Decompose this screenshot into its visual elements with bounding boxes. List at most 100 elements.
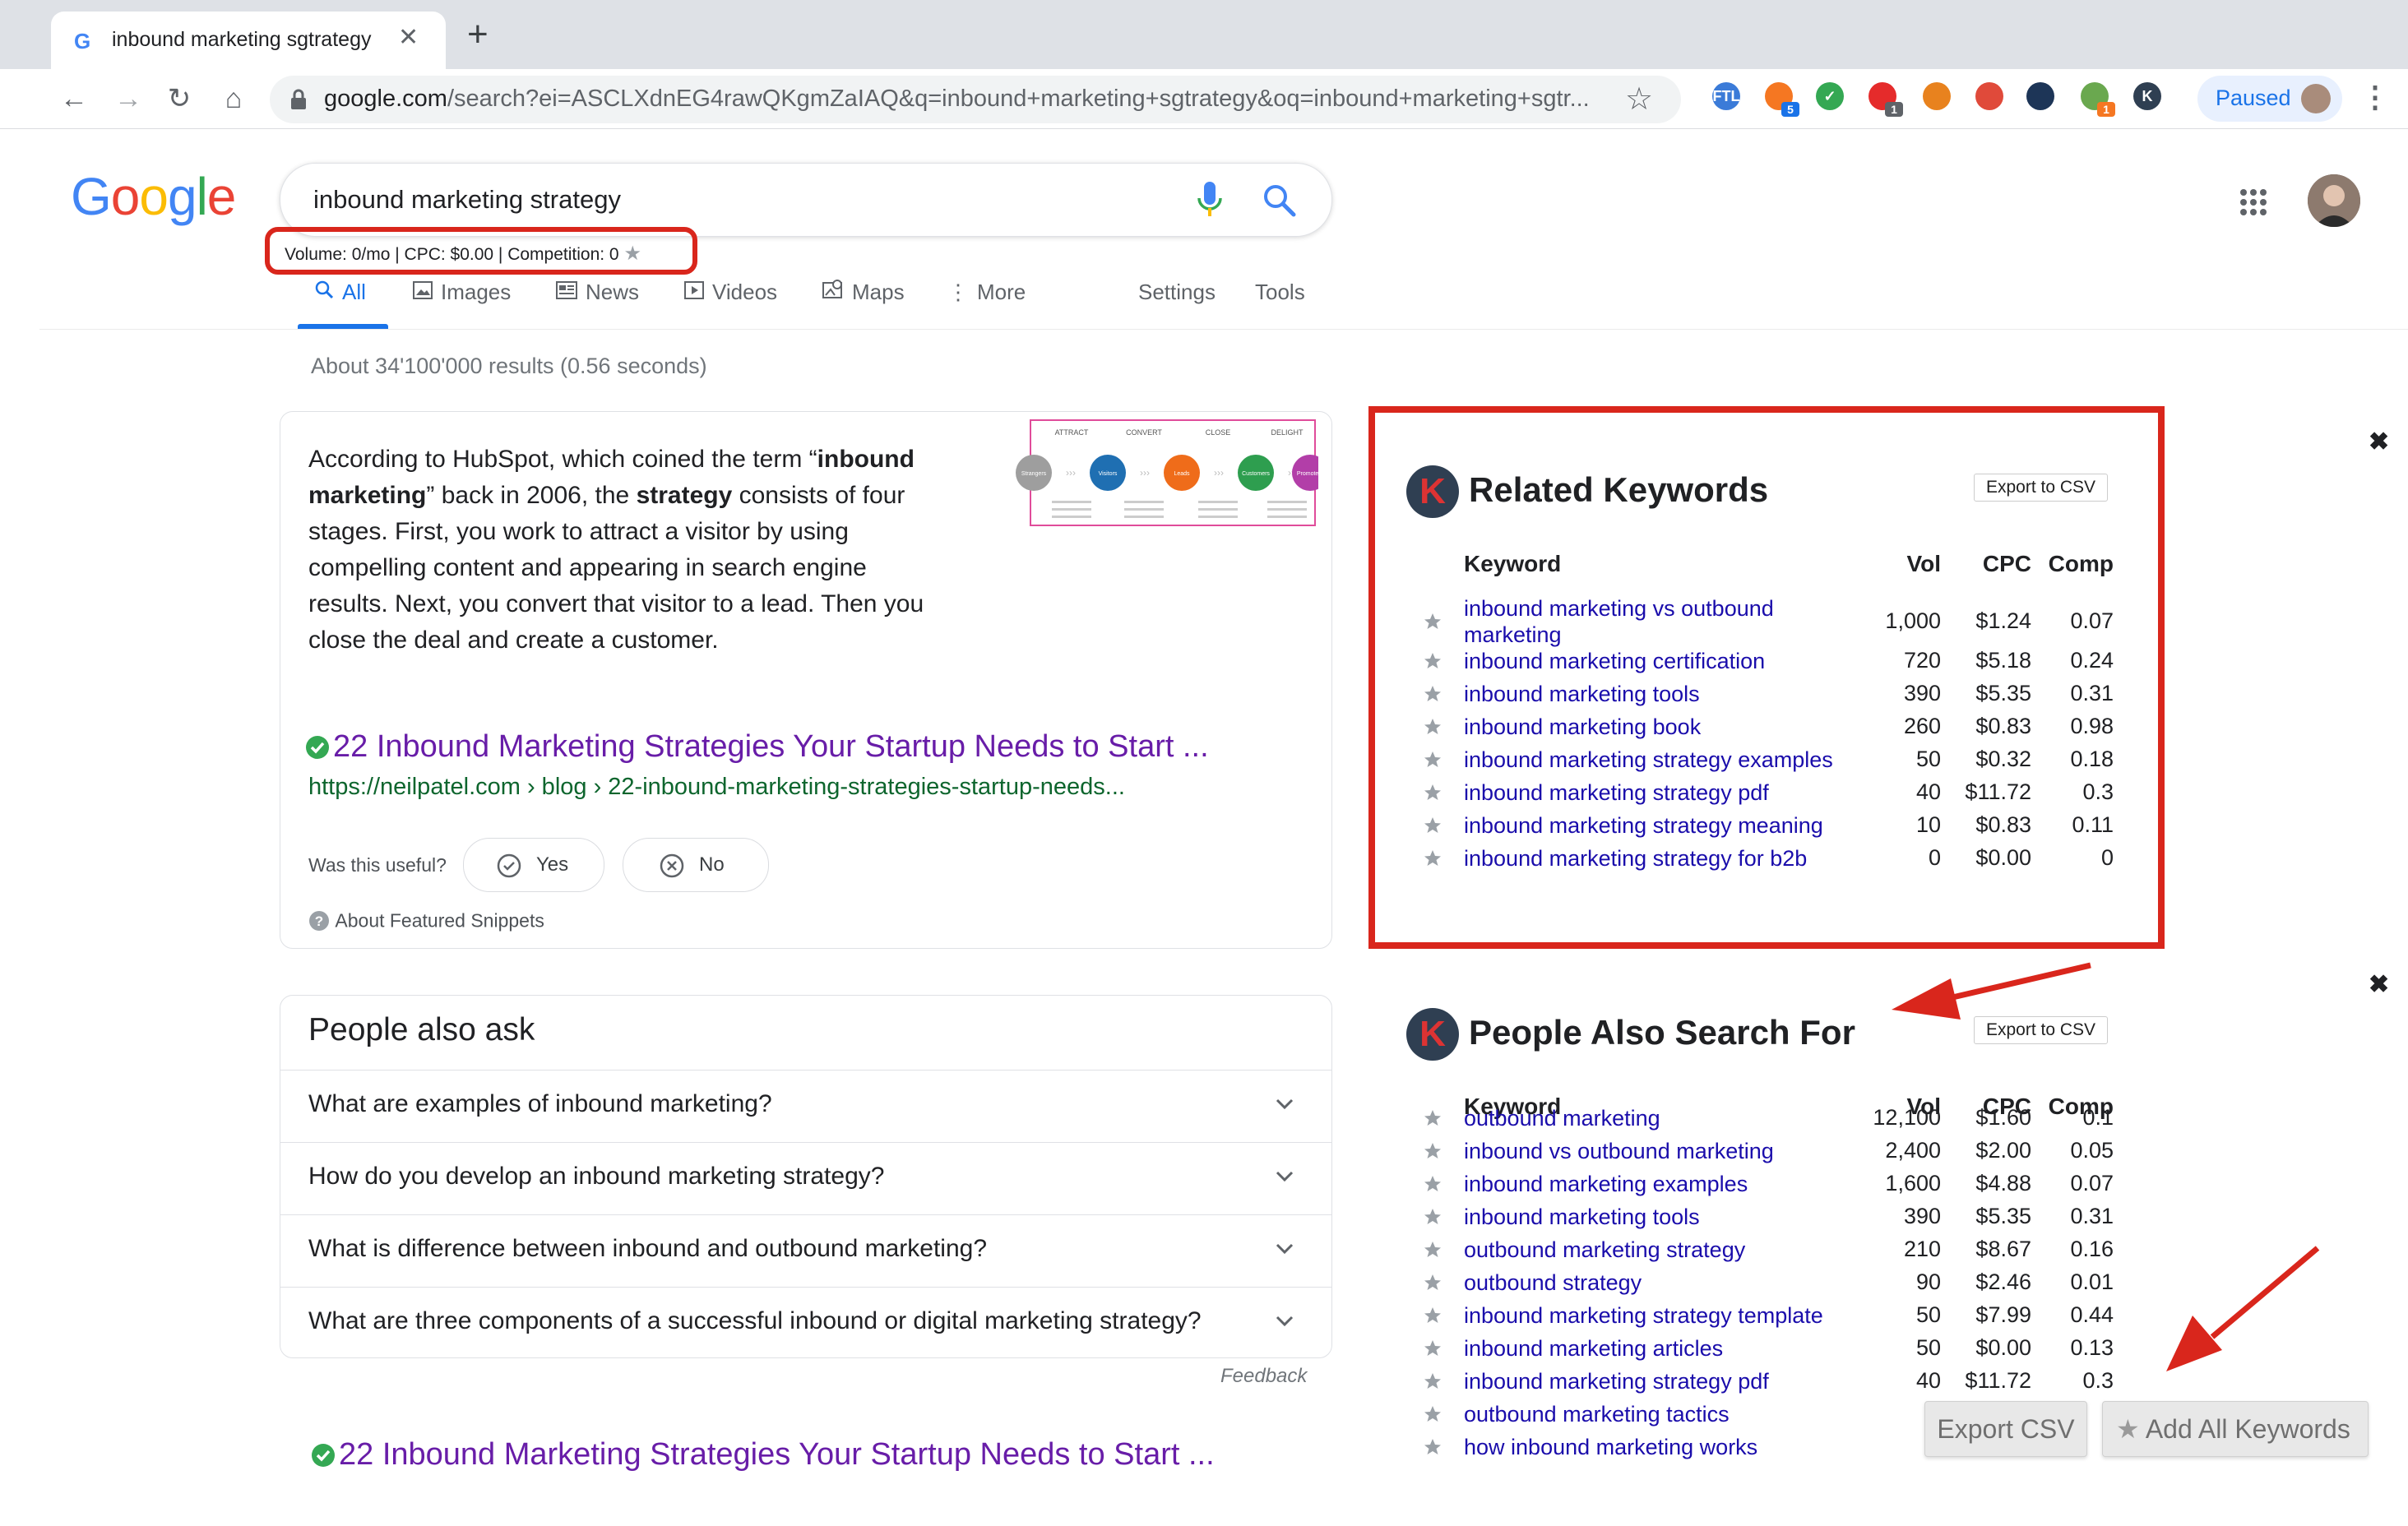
profile-paused-button[interactable]: Paused bbox=[2197, 76, 2342, 122]
keyword-link[interactable]: inbound marketing strategy template bbox=[1464, 1302, 1823, 1329]
keyword-link[interactable]: how inbound marketing works bbox=[1464, 1434, 1757, 1460]
chrome-menu-icon[interactable]: ⋮ bbox=[2360, 81, 2390, 113]
keywords-everywhere-extension-icon[interactable]: K bbox=[2133, 82, 2161, 110]
google-logo[interactable]: Google bbox=[71, 166, 237, 227]
star-icon[interactable] bbox=[1423, 1207, 1442, 1227]
search-box[interactable]: inbound marketing strategy bbox=[280, 163, 1332, 237]
paa-question-row[interactable]: What are examples of inbound marketing? bbox=[280, 1070, 1331, 1141]
keyword-link[interactable]: inbound marketing examples bbox=[1464, 1171, 1748, 1197]
keyword-volume: 50 bbox=[1915, 1335, 1941, 1360]
new-tab-icon[interactable]: + bbox=[467, 16, 489, 53]
star-icon[interactable] bbox=[1423, 1437, 1442, 1457]
no-button[interactable]: No bbox=[623, 838, 769, 892]
keyword-competition: 0.44 bbox=[2070, 1302, 2114, 1327]
paa-question-row[interactable]: How do you develop an inbound marketing … bbox=[280, 1142, 1331, 1214]
tab-images[interactable]: Images bbox=[413, 280, 511, 305]
paa-question-row[interactable]: What is difference between inbound and o… bbox=[280, 1214, 1331, 1286]
tab-videos-label: Videos bbox=[712, 280, 778, 304]
star-icon[interactable] bbox=[1423, 1174, 1442, 1194]
keyword-link[interactable]: inbound marketing articles bbox=[1464, 1335, 1723, 1362]
tab-maps[interactable]: Maps bbox=[822, 280, 905, 305]
result-title[interactable]: 22 Inbound Marketing Strategies Your Sta… bbox=[339, 1437, 1215, 1472]
address-bar[interactable]: google.com/search?ei=ASCLXdnEG4rawQKgmZa… bbox=[270, 76, 1681, 123]
add-all-keywords-label: Add All Keywords bbox=[2145, 1414, 2350, 1444]
forward-arrow-icon[interactable]: → bbox=[110, 81, 146, 117]
diagram-caption-line bbox=[1052, 508, 1091, 511]
close-widget-icon[interactable]: ✖ bbox=[2369, 428, 2389, 456]
paa-title: People also ask bbox=[308, 1012, 535, 1047]
dark-extension-icon[interactable] bbox=[2026, 82, 2054, 110]
keyword-volume: 210 bbox=[1903, 1237, 1941, 1261]
snippet-result-link[interactable]: 22 Inbound Marketing Strategies Your Sta… bbox=[305, 729, 1209, 765]
star-icon[interactable] bbox=[1423, 1240, 1442, 1260]
star-icon[interactable] bbox=[1423, 1306, 1442, 1325]
account-avatar[interactable] bbox=[2308, 174, 2360, 227]
reload-icon[interactable]: ↻ bbox=[161, 81, 197, 117]
diagram-caption-line bbox=[1267, 508, 1307, 511]
tab-more-label: More bbox=[977, 280, 1026, 304]
star-icon[interactable] bbox=[1423, 1108, 1442, 1128]
browser-tab[interactable]: G inbound marketing sgtrategy - ✕ bbox=[51, 12, 446, 69]
close-widget-icon[interactable]: ✖ bbox=[2369, 970, 2389, 999]
hubspot-extension-icon[interactable]: 5 bbox=[1765, 82, 1799, 117]
tab-close-icon[interactable]: ✕ bbox=[398, 23, 419, 52]
star-icon[interactable] bbox=[1423, 1404, 1442, 1424]
paa-question-row[interactable]: What are three components of a successfu… bbox=[280, 1287, 1331, 1358]
home-icon[interactable]: ⌂ bbox=[215, 81, 252, 117]
keyword-link[interactable]: outbound marketing tactics bbox=[1464, 1401, 1730, 1427]
keyword-link[interactable]: inbound marketing strategy pdf bbox=[1464, 1368, 1769, 1394]
google-logo-letter: e bbox=[206, 167, 237, 226]
inbound-methodology-diagram[interactable]: ATTRACT CONVERT CLOSE DELIGHT Strangers ››› Vi… bbox=[1003, 418, 1318, 530]
about-featured-snippets-link[interactable]: ? About Featured Snippets bbox=[308, 909, 544, 932]
add-all-keywords-button[interactable]: ★ Add All Keywords bbox=[2102, 1401, 2369, 1457]
export-csv-button[interactable]: Export CSV bbox=[1924, 1401, 2087, 1457]
check-circle-icon bbox=[497, 853, 521, 878]
star-icon[interactable] bbox=[1423, 1273, 1442, 1292]
snippet-title[interactable]: 22 Inbound Marketing Strategies Your Sta… bbox=[333, 729, 1209, 764]
search-icon[interactable] bbox=[1261, 182, 1297, 218]
microphone-icon[interactable] bbox=[1193, 180, 1226, 220]
video-icon bbox=[684, 281, 704, 299]
red-extension-icon[interactable]: 1 bbox=[1869, 82, 1903, 117]
keyword-link[interactable]: outbound marketing bbox=[1464, 1105, 1660, 1131]
verified-check-icon bbox=[306, 735, 329, 759]
keyword-competition: 0.07 bbox=[2070, 1171, 2114, 1195]
result-link[interactable]: 22 Inbound Marketing Strategies Your Sta… bbox=[311, 1437, 1215, 1473]
feedback-link[interactable]: Feedback bbox=[1220, 1365, 1307, 1388]
tab-news[interactable]: News bbox=[556, 280, 639, 305]
star-icon[interactable] bbox=[1423, 1371, 1442, 1391]
tab-videos[interactable]: Videos bbox=[684, 280, 777, 305]
keyword-link[interactable]: outbound marketing strategy bbox=[1464, 1237, 1745, 1263]
export-to-csv-button[interactable]: Export to CSV bbox=[1974, 1016, 2109, 1044]
no-label: No bbox=[699, 853, 725, 876]
extension-label: ✓ bbox=[1823, 88, 1836, 104]
star-icon[interactable]: ★ bbox=[623, 243, 641, 265]
header-divider bbox=[39, 329, 2408, 330]
ftl-extension-icon[interactable]: FTL bbox=[1712, 82, 1740, 110]
news-icon bbox=[556, 281, 577, 299]
keyword-link[interactable]: inbound marketing tools bbox=[1464, 1204, 1700, 1230]
tools-link[interactable]: Tools bbox=[1255, 280, 1305, 305]
tab-maps-label: Maps bbox=[852, 280, 905, 304]
tab-more[interactable]: ⋮ More bbox=[947, 280, 1026, 305]
snippet-url[interactable]: https://neilpatel.com › blog › 22-inboun… bbox=[308, 774, 1125, 801]
arrow-to-floating-buttons bbox=[2166, 1246, 2320, 1371]
star-icon[interactable] bbox=[1423, 1141, 1442, 1161]
keyword-link[interactable]: inbound vs outbound marketing bbox=[1464, 1138, 1774, 1164]
search-input[interactable]: inbound marketing strategy bbox=[313, 185, 621, 215]
green-extension-icon[interactable]: 1 bbox=[2081, 82, 2115, 117]
star-icon[interactable] bbox=[1423, 1339, 1442, 1358]
crab-extension-icon[interactable] bbox=[1975, 82, 2003, 110]
tab-all[interactable]: All bbox=[314, 280, 366, 305]
bookmark-star-icon[interactable]: ☆ bbox=[1625, 81, 1653, 118]
keyword-link[interactable]: outbound strategy bbox=[1464, 1269, 1642, 1296]
diagram-caption-line bbox=[1124, 516, 1164, 518]
paa-question: How do you develop an inbound marketing … bbox=[308, 1163, 885, 1190]
fox-extension-icon[interactable] bbox=[1923, 82, 1951, 110]
diagram-caption-line bbox=[1267, 501, 1307, 503]
check-extension-icon[interactable]: ✓ bbox=[1816, 82, 1844, 110]
apps-grid-icon[interactable] bbox=[2239, 187, 2268, 217]
settings-link[interactable]: Settings bbox=[1138, 280, 1216, 305]
back-arrow-icon[interactable]: ← bbox=[56, 81, 92, 117]
yes-button[interactable]: Yes bbox=[463, 838, 604, 892]
